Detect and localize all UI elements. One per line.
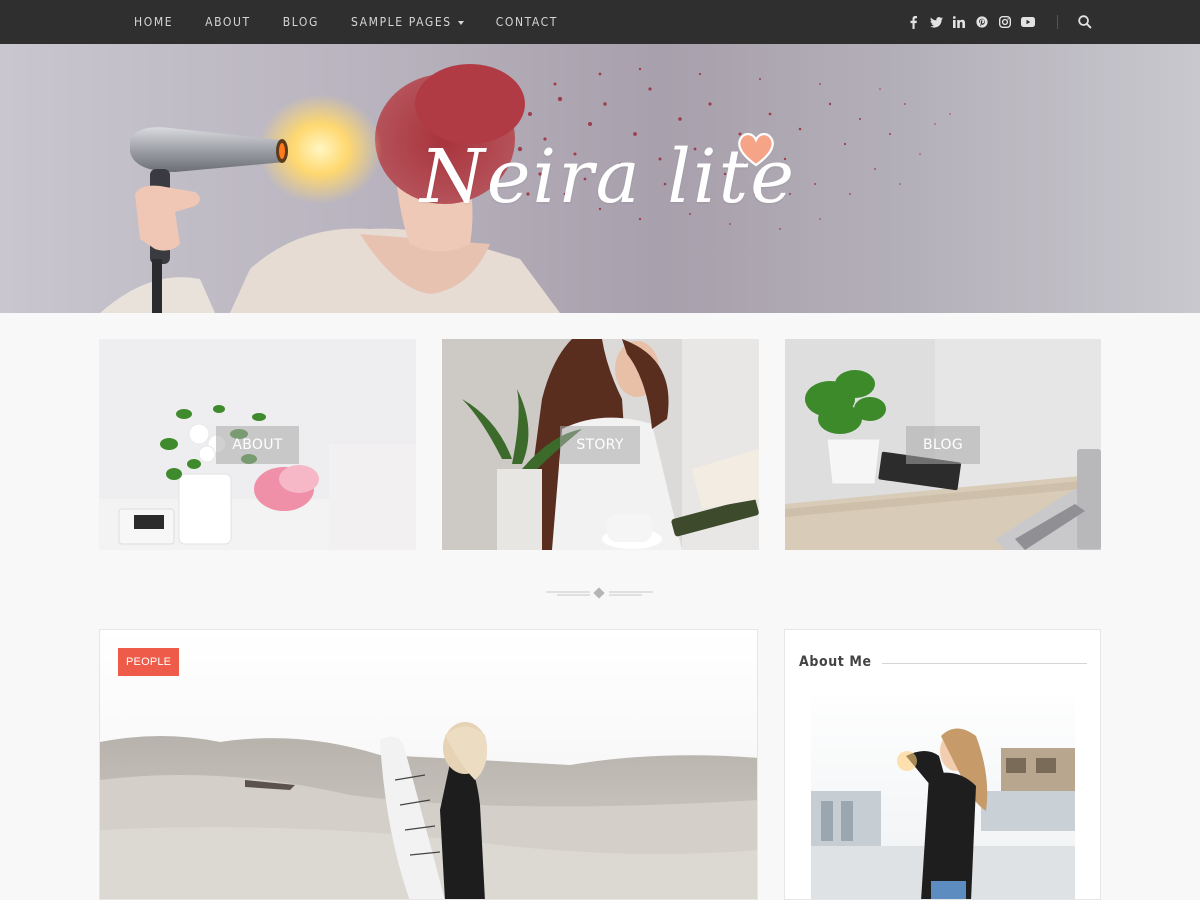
social-links bbox=[906, 0, 1035, 44]
post-featured-image bbox=[100, 630, 757, 899]
section-divider bbox=[546, 587, 653, 599]
about-me-photo bbox=[811, 696, 1075, 899]
youtube-icon[interactable] bbox=[1021, 15, 1035, 29]
nav-blog[interactable]: BLOG bbox=[267, 15, 335, 29]
promo-label-about: ABOUT bbox=[216, 426, 299, 464]
search-icon[interactable] bbox=[1077, 14, 1093, 30]
main-menu: HOME ABOUT BLOG SAMPLE PAGES CONTACT bbox=[118, 0, 574, 44]
heart-icon bbox=[738, 133, 774, 167]
promo-box-story[interactable]: STORY bbox=[442, 339, 759, 550]
promo-box-blog[interactable]: BLOG bbox=[785, 339, 1102, 550]
promo-label-story: STORY bbox=[560, 426, 640, 464]
widget-title-line bbox=[865, 663, 1087, 664]
facebook-icon[interactable] bbox=[906, 15, 920, 29]
nav-sample-pages[interactable]: SAMPLE PAGES bbox=[335, 15, 480, 29]
about-me-widget: About Me bbox=[784, 629, 1101, 900]
nav-about-label: ABOUT bbox=[205, 15, 251, 29]
nav-blog-label: BLOG bbox=[282, 15, 319, 29]
nav-contact-label: CONTACT bbox=[495, 15, 558, 29]
nav-sample-pages-label: SAMPLE PAGES bbox=[351, 15, 452, 29]
nav-home[interactable]: HOME bbox=[118, 15, 189, 29]
widget-title: About Me bbox=[799, 654, 882, 670]
nav-divider bbox=[1057, 15, 1058, 29]
nav-home-label: HOME bbox=[134, 15, 174, 29]
promo-label-blog: BLOG bbox=[906, 426, 980, 464]
featured-post[interactable]: PEOPLE bbox=[99, 629, 758, 900]
chevron-down-icon bbox=[457, 20, 464, 25]
site-logo[interactable]: Neira lite bbox=[420, 112, 794, 242]
pinterest-icon[interactable] bbox=[975, 15, 989, 29]
promo-box-about[interactable]: ABOUT bbox=[99, 339, 416, 550]
category-badge[interactable]: PEOPLE bbox=[118, 648, 180, 676]
top-navbar: HOME ABOUT BLOG SAMPLE PAGES CONTACT bbox=[0, 0, 1200, 44]
linkedin-icon[interactable] bbox=[952, 15, 966, 29]
nav-contact[interactable]: CONTACT bbox=[480, 15, 574, 29]
nav-about[interactable]: ABOUT bbox=[189, 15, 267, 29]
twitter-icon[interactable] bbox=[929, 15, 943, 29]
instagram-icon[interactable] bbox=[998, 15, 1012, 29]
header-banner: Neira lite bbox=[0, 44, 1200, 313]
